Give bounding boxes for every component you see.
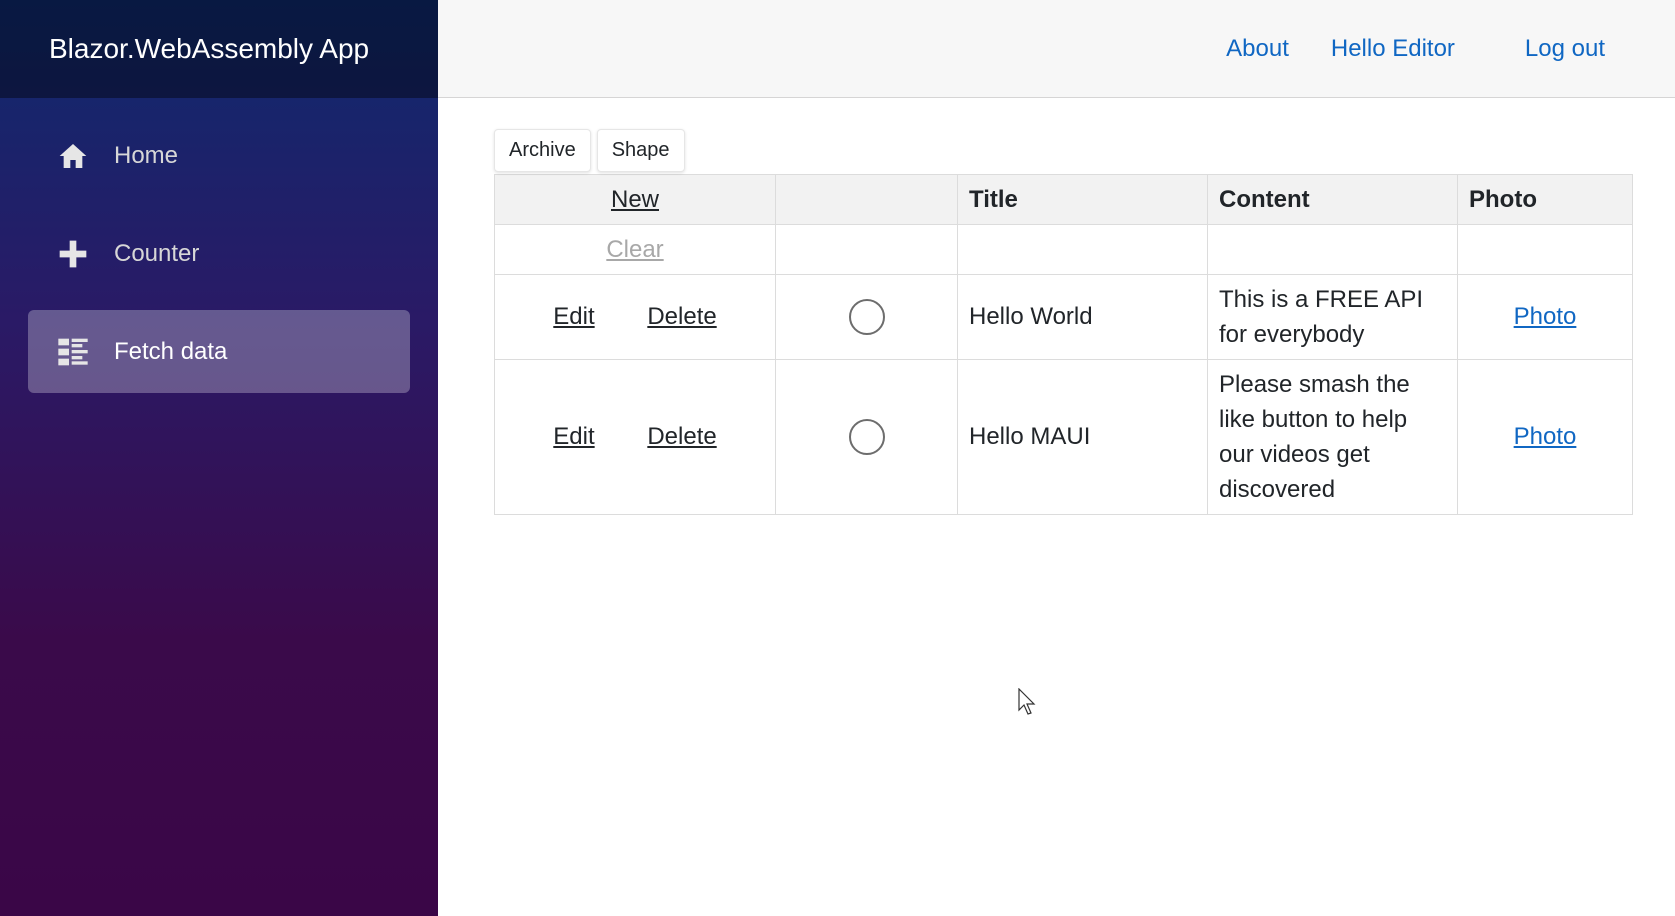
row-select-radio[interactable] [848, 419, 885, 455]
home-icon [56, 139, 90, 173]
edit-link[interactable]: Edit [553, 423, 594, 450]
list-icon [56, 335, 90, 369]
row-content: Please smash the like button to help our… [1207, 359, 1458, 515]
filter-cell[interactable] [1207, 224, 1458, 275]
mouse-cursor-icon [1018, 688, 1036, 715]
row-content: This is a FREE API for everybody [1207, 274, 1458, 360]
table-row: Edit Delete Hello World This is a FREE A… [494, 274, 1633, 360]
brand-title[interactable]: Blazor.WebAssembly App [49, 33, 369, 65]
row-title: Hello World [957, 274, 1208, 360]
main-content: Archive Shape New Title Content Photo Cl… [494, 129, 1633, 515]
table-row: Edit Delete Hello MAUI Please smash the … [494, 359, 1633, 515]
photo-link[interactable]: Photo [1514, 303, 1577, 330]
new-link[interactable]: New [611, 186, 659, 213]
grid-toolbar: Archive Shape [494, 129, 1633, 172]
header-content[interactable]: Content [1207, 174, 1458, 225]
logout-link[interactable]: Log out [1525, 35, 1605, 63]
shape-button[interactable]: Shape [596, 129, 685, 172]
photo-link[interactable]: Photo [1514, 423, 1577, 450]
row-title: Hello MAUI [957, 359, 1208, 515]
row-actions: Edit Delete [494, 274, 776, 360]
nav-item-label: Home [114, 141, 179, 169]
row-select-cell [775, 359, 958, 515]
clear-filter-link[interactable]: Clear [606, 236, 663, 263]
data-grid: New Title Content Photo Clear Edit Delet… [494, 174, 1633, 515]
nav-item-counter[interactable]: Counter [28, 212, 410, 295]
brand-bar: Blazor.WebAssembly App [0, 0, 438, 98]
header-title[interactable]: Title [957, 174, 1208, 225]
filter-row: Clear [494, 224, 1633, 275]
filter-cell[interactable] [957, 224, 1208, 275]
nav-item-fetch-data[interactable]: Fetch data [28, 310, 410, 393]
grid-header-row: New Title Content Photo [494, 174, 1633, 225]
delete-link[interactable]: Delete [647, 303, 716, 330]
filter-cell[interactable] [775, 224, 958, 275]
filter-actions-cell: Clear [494, 224, 776, 275]
top-bar: About Hello Editor Log out [438, 0, 1675, 98]
sidebar: Blazor.WebAssembly App Home Counter Fetc [0, 0, 438, 916]
row-actions: Edit Delete [494, 359, 776, 515]
plus-icon [56, 237, 90, 271]
edit-link[interactable]: Edit [553, 303, 594, 330]
nav-item-label: Fetch data [114, 337, 228, 365]
archive-button[interactable]: Archive [494, 129, 591, 172]
filter-cell[interactable] [1457, 224, 1633, 275]
header-photo[interactable]: Photo [1457, 174, 1633, 225]
row-photo-cell: Photo [1457, 359, 1633, 515]
header-select [775, 174, 958, 225]
delete-link[interactable]: Delete [647, 423, 716, 450]
row-select-cell [775, 274, 958, 360]
nav-menu: Home Counter Fetch data [0, 98, 438, 393]
user-profile-link[interactable]: Hello Editor [1331, 35, 1455, 63]
about-link[interactable]: About [1226, 35, 1289, 63]
header-actions: New [494, 174, 776, 225]
nav-item-label: Counter [114, 239, 200, 267]
row-photo-cell: Photo [1457, 274, 1633, 360]
nav-item-home[interactable]: Home [28, 114, 410, 197]
row-select-radio[interactable] [848, 299, 885, 335]
